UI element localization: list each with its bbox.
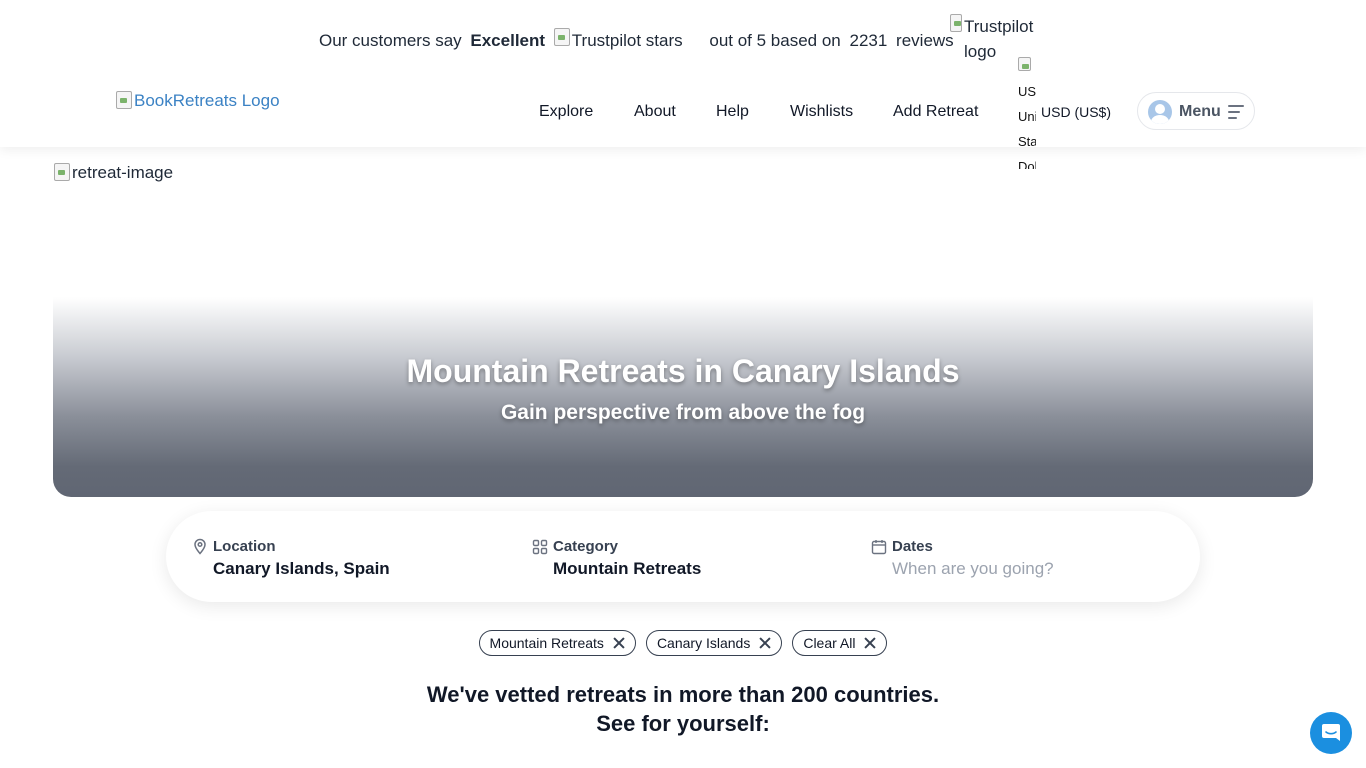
calendar-icon: [871, 539, 887, 554]
close-icon[interactable]: [613, 637, 625, 649]
close-icon[interactable]: [864, 637, 876, 649]
trustpilot-prefix: Our customers say: [319, 31, 462, 50]
page-subtitle: Gain perspective from above the fog: [500, 401, 866, 424]
nav-help[interactable]: Help: [716, 103, 749, 121]
menu-button[interactable]: Menu: [1137, 92, 1255, 130]
dates-label: Dates: [892, 538, 933, 555]
page-title: Mountain Retreats in Canary Islands: [406, 353, 960, 389]
currency-selector[interactable]: USD (US$): [1041, 104, 1111, 120]
currency-flag-image[interactable]: US United States Dollar: [1018, 54, 1036, 169]
chat-button[interactable]: [1310, 712, 1352, 754]
trustpilot-stars-image: Trustpilot stars: [553, 28, 687, 51]
chip-canary-islands[interactable]: Canary Islands: [645, 630, 783, 656]
chat-bubble-icon: [1322, 724, 1340, 741]
nav-add-retreat[interactable]: Add Retreat: [893, 103, 978, 121]
nav-wishlists[interactable]: Wishlists: [790, 103, 853, 121]
filter-chips: Mountain Retreats Canary Islands Clear A…: [0, 630, 1366, 656]
trustpilot-out-of: out of 5 based on: [709, 31, 841, 50]
retreat-image: retreat-image: [54, 163, 173, 183]
vetted-heading: We've vetted retreats in more than 200 c…: [0, 680, 1366, 738]
category-value: Mountain Retreats: [553, 559, 702, 578]
bookretreats-logo[interactable]: BookRetreats Logo: [116, 91, 280, 111]
search-bar: Location Canary Islands, Spain Category …: [166, 511, 1200, 602]
chip-clear-all[interactable]: Clear All: [792, 630, 888, 656]
trustpilot-reviews-word: reviews: [896, 31, 954, 50]
location-field[interactable]: Location Canary Islands, Spain: [192, 538, 390, 579]
avatar: [1148, 100, 1172, 124]
hamburger-icon: [1228, 105, 1244, 119]
dates-field[interactable]: Dates When are you going?: [871, 538, 1054, 579]
site-header: Our customers say Excellent Trustpilot s…: [0, 0, 1366, 169]
nav-explore[interactable]: Explore: [539, 103, 593, 121]
menu-label: Menu: [1179, 103, 1221, 120]
nav-about[interactable]: About: [634, 103, 676, 121]
category-grid-icon: [532, 539, 548, 554]
vetted-line-1: We've vetted retreats in more than 200 c…: [426, 682, 940, 707]
chip-mountain-retreats[interactable]: Mountain Retreats: [478, 630, 636, 656]
category-field[interactable]: Category Mountain Retreats: [532, 538, 701, 579]
category-label: Category: [553, 538, 619, 555]
location-label: Location: [213, 538, 276, 555]
trustpilot-rating-word: Excellent: [470, 31, 546, 50]
vetted-line-2: See for yourself:: [596, 711, 770, 736]
trustpilot-review-count: 2231: [849, 31, 888, 50]
location-pin-icon: [194, 538, 206, 555]
location-value: Canary Islands, Spain: [213, 559, 390, 578]
close-icon[interactable]: [759, 637, 771, 649]
hero-banner: Mountain Retreats in Canary Islands Gain…: [53, 297, 1313, 497]
trustpilot-bar[interactable]: Our customers say Excellent Trustpilot s…: [319, 28, 958, 51]
dates-placeholder: When are you going?: [892, 559, 1054, 578]
